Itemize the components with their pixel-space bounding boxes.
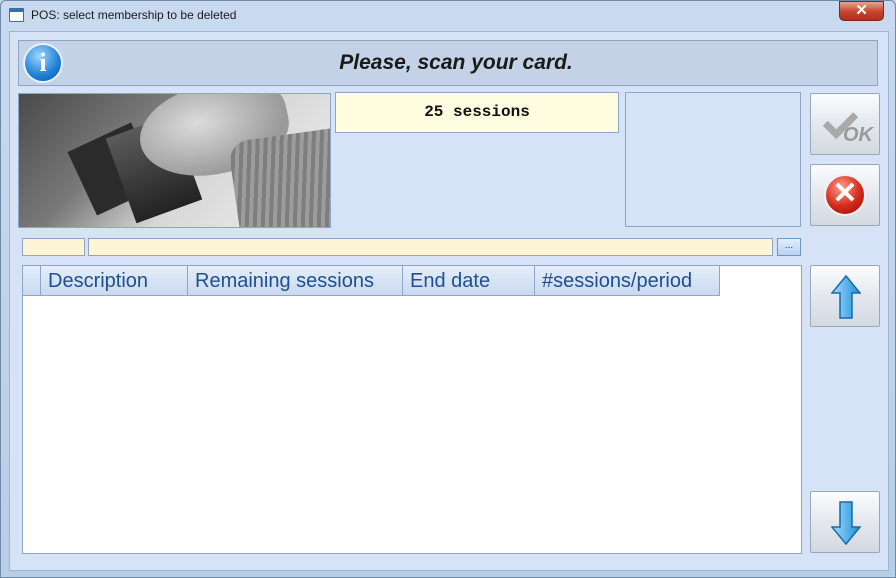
card-name-field[interactable]	[88, 238, 773, 256]
card-code-field[interactable]	[22, 238, 85, 256]
ok-label: OK	[843, 124, 873, 146]
photo-sleeve-shape	[227, 126, 330, 227]
membership-grid[interactable]: Description Remaining sessions End date …	[22, 265, 802, 554]
message-bar: Please, scan your card. i	[18, 40, 878, 86]
window-title: POS: select membership to be deleted	[31, 8, 237, 22]
member-photo-panel	[625, 92, 801, 227]
arrow-down-icon	[831, 501, 861, 545]
title-bar: POS: select membership to be deleted ✕	[1, 1, 895, 31]
sessions-display: 25 sessions	[335, 92, 619, 133]
column-header-sessions-period[interactable]: #sessions/period	[535, 266, 720, 296]
card-scan-photo	[18, 93, 331, 228]
column-header-remaining-sessions[interactable]: Remaining sessions	[188, 266, 403, 296]
window-icon	[9, 8, 24, 22]
scan-card-message: Please, scan your card.	[339, 51, 573, 74]
arrow-up-icon	[831, 275, 861, 319]
info-icon: i	[23, 43, 63, 83]
red-x-circle-icon: ✕	[824, 174, 866, 216]
client-area: Please, scan your card. i 25 sessions OK…	[9, 31, 889, 571]
scroll-up-button[interactable]	[810, 265, 880, 327]
browse-button[interactable]: ...	[777, 238, 801, 256]
grid-header: Description Remaining sessions End date …	[23, 266, 720, 296]
scroll-down-button[interactable]	[810, 491, 880, 553]
ok-button[interactable]: OK	[810, 93, 880, 155]
row-selector-header	[23, 266, 41, 296]
close-button[interactable]: ✕	[839, 1, 884, 21]
window: POS: select membership to be deleted ✕ P…	[0, 0, 896, 578]
column-header-description[interactable]: Description	[41, 266, 188, 296]
column-header-end-date[interactable]: End date	[403, 266, 535, 296]
cancel-button[interactable]: ✕	[810, 164, 880, 226]
